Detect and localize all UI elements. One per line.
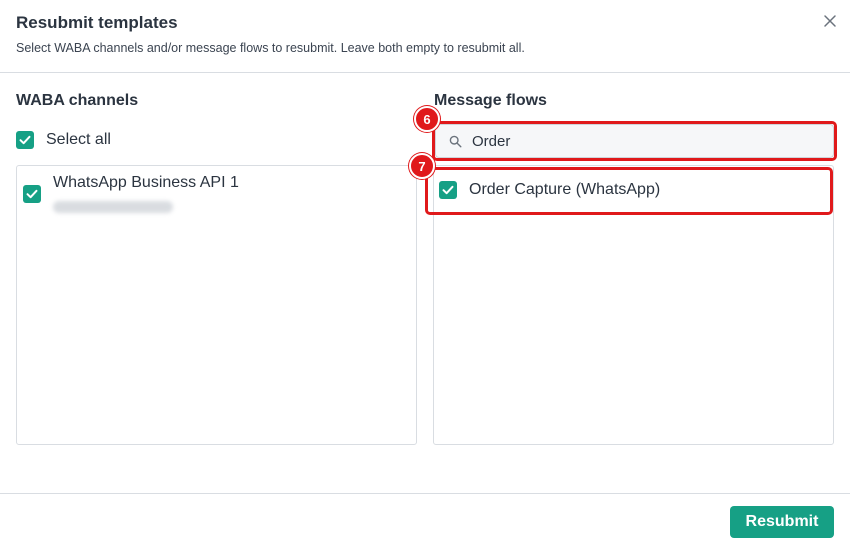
dialog-title: Resubmit templates: [16, 13, 178, 32]
checkmark-icon[interactable]: [16, 131, 34, 149]
resubmit-button[interactable]: Resubmit: [730, 506, 834, 538]
waba-channels-list: WhatsApp Business API 1: [16, 165, 417, 445]
checkmark-icon[interactable]: [439, 181, 457, 199]
dialog-subtitle: Select WABA channels and/or message flow…: [16, 41, 525, 55]
select-all-checkbox[interactable]: Select all: [16, 131, 111, 149]
message-flows-label: Message flows: [434, 92, 547, 109]
dialog-footer: [0, 493, 850, 550]
close-icon[interactable]: [821, 12, 839, 30]
checkmark-icon[interactable]: [23, 185, 41, 203]
list-item[interactable]: WhatsApp Business API 1: [23, 174, 413, 222]
flow-name: Order Capture (WhatsApp): [469, 181, 661, 198]
search-input[interactable]: [472, 132, 812, 150]
step-badge-6: 6: [414, 106, 440, 132]
select-all-label: Select all: [46, 131, 111, 148]
flow-search-box[interactable]: [435, 124, 834, 158]
waba-channels-label: WABA channels: [16, 92, 139, 109]
dialog-header: Resubmit templates Select WABA channels …: [0, 0, 850, 73]
step-badge-7: 7: [409, 153, 435, 179]
channel-name: WhatsApp Business API 1: [53, 174, 239, 191]
list-item[interactable]: Order Capture (WhatsApp): [430, 170, 830, 212]
search-icon: [449, 135, 462, 147]
channel-number-blurred: [53, 201, 173, 213]
